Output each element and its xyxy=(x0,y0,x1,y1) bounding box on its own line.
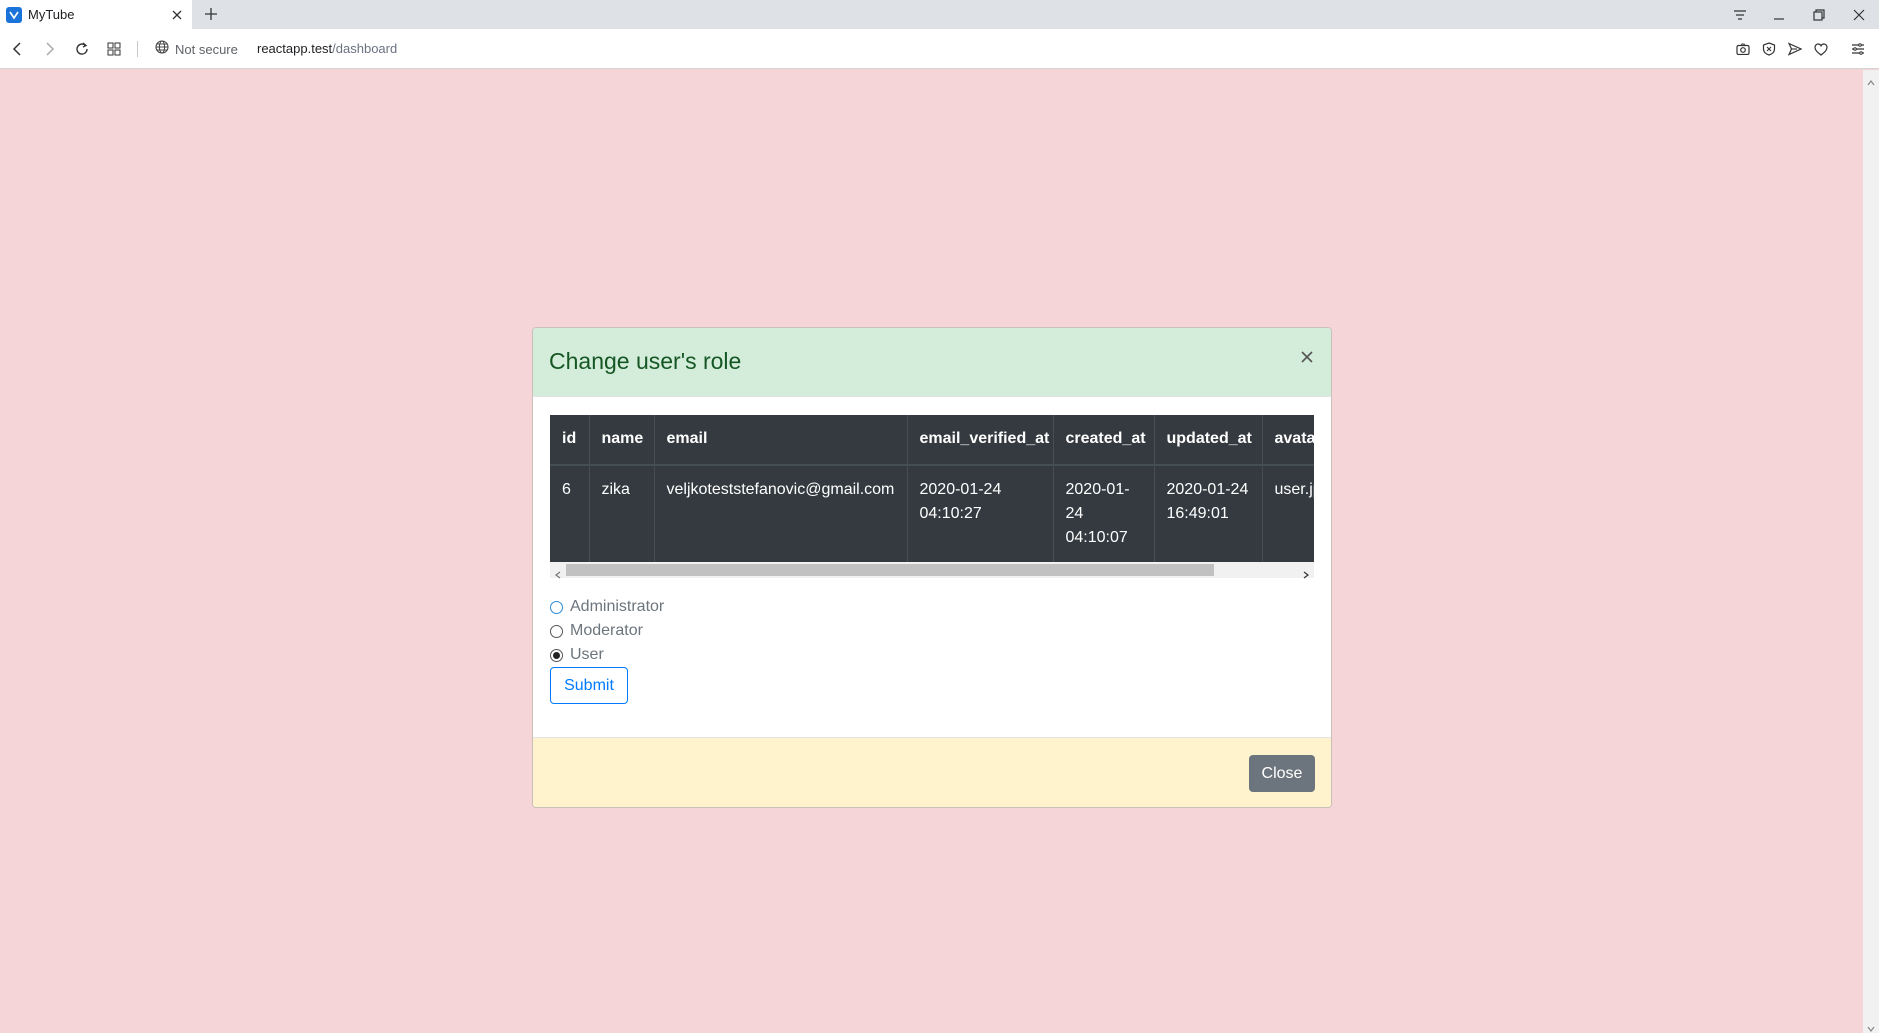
radio-user[interactable] xyxy=(550,648,563,662)
cell-updated-at: 2020-01-24 16:49:01 xyxy=(1154,465,1263,563)
easy-setup-icon[interactable] xyxy=(1847,38,1869,60)
url-path: /dashboard xyxy=(332,41,398,56)
camera-icon[interactable] xyxy=(1732,38,1754,60)
column-header-created-at: created_at xyxy=(1053,415,1155,466)
user-table: id name email email_verified_at created_… xyxy=(550,415,1314,563)
change-role-modal: Change user's role id name email email_v… xyxy=(532,327,1332,808)
role-option-administrator[interactable]: Administrator xyxy=(550,595,664,619)
scroll-down-icon[interactable] xyxy=(1867,1020,1875,1032)
browser-tabbar: MyTube xyxy=(0,0,1879,29)
back-icon[interactable] xyxy=(7,38,29,60)
radio-moderator[interactable] xyxy=(550,624,563,638)
security-indicator[interactable]: Not secure xyxy=(155,39,238,59)
role-label: Administrator xyxy=(570,598,665,615)
modal-header: Change user's role xyxy=(533,328,1331,397)
speed-dial-icon[interactable] xyxy=(103,38,125,60)
mytube-favicon-icon xyxy=(6,6,22,23)
heart-icon[interactable] xyxy=(1810,38,1832,60)
tab-title: MyTube xyxy=(28,7,75,22)
role-radio-group: Administrator Moderator User xyxy=(550,595,664,667)
browser-addressbar: Not secure reactapp.test/dashboard xyxy=(0,29,1879,69)
scroll-right-icon[interactable] xyxy=(1302,566,1310,579)
submit-button[interactable]: Submit xyxy=(550,667,628,704)
close-button[interactable]: Close xyxy=(1249,755,1315,792)
url-host: reactapp.test xyxy=(257,41,333,56)
adblock-icon[interactable] xyxy=(1758,38,1780,60)
column-header-avatar: avatar xyxy=(1262,415,1314,466)
radio-administrator[interactable] xyxy=(550,600,563,614)
column-header-updated-at: updated_at xyxy=(1154,415,1263,466)
cell-name: zika xyxy=(589,465,655,563)
restore-icon[interactable] xyxy=(1799,0,1839,29)
reload-icon[interactable] xyxy=(71,38,93,60)
cell-created-at: 2020-01-24 04:10:07 xyxy=(1053,465,1155,563)
column-header-email-verified-at: email_verified_at xyxy=(907,415,1054,466)
not-secure-label: Not secure xyxy=(175,41,238,57)
minimize-icon[interactable] xyxy=(1759,0,1799,29)
modal-title: Change user's role xyxy=(549,348,742,374)
window-close-icon[interactable] xyxy=(1839,0,1879,29)
cell-email: veljkoteststefanovic@gmail.com xyxy=(654,465,908,563)
user-table-scroll-container[interactable]: id name email email_verified_at created_… xyxy=(550,415,1314,579)
cell-avatar: user.jpg xyxy=(1262,465,1314,563)
tab-menu-icon[interactable] xyxy=(1720,0,1760,29)
browser-tab[interactable]: MyTube xyxy=(0,0,192,29)
new-tab-icon[interactable] xyxy=(200,3,222,25)
table-row: 6 zika veljkoteststefanovic@gmail.com 20… xyxy=(550,465,1314,563)
column-header-name: name xyxy=(589,415,655,466)
scrollbar-thumb[interactable] xyxy=(566,564,1214,576)
table-header-row: id name email email_verified_at created_… xyxy=(550,415,1314,466)
modal-close-icon[interactable] xyxy=(1296,346,1318,368)
send-icon[interactable] xyxy=(1784,38,1806,60)
role-label: User xyxy=(570,646,604,663)
column-header-id: id xyxy=(550,415,590,466)
cell-email-verified-at: 2020-01-24 04:10:27 xyxy=(907,465,1054,563)
page-scrollbar[interactable] xyxy=(1863,70,1879,1033)
scroll-left-icon[interactable] xyxy=(554,566,562,579)
scroll-up-icon[interactable] xyxy=(1867,74,1875,86)
modal-footer: Close xyxy=(533,737,1331,807)
column-header-email: email xyxy=(654,415,908,466)
globe-icon xyxy=(155,39,169,59)
tab-close-icon[interactable] xyxy=(166,4,188,26)
forward-icon[interactable] xyxy=(38,38,60,60)
cell-id: 6 xyxy=(550,465,590,563)
role-option-moderator[interactable]: Moderator xyxy=(550,619,664,643)
table-horizontal-scrollbar[interactable] xyxy=(550,562,1314,579)
role-label: Moderator xyxy=(570,622,643,639)
url-field[interactable]: reactapp.test/dashboard xyxy=(257,41,397,56)
role-option-user[interactable]: User xyxy=(550,643,664,667)
toolbar-separator xyxy=(137,41,138,57)
